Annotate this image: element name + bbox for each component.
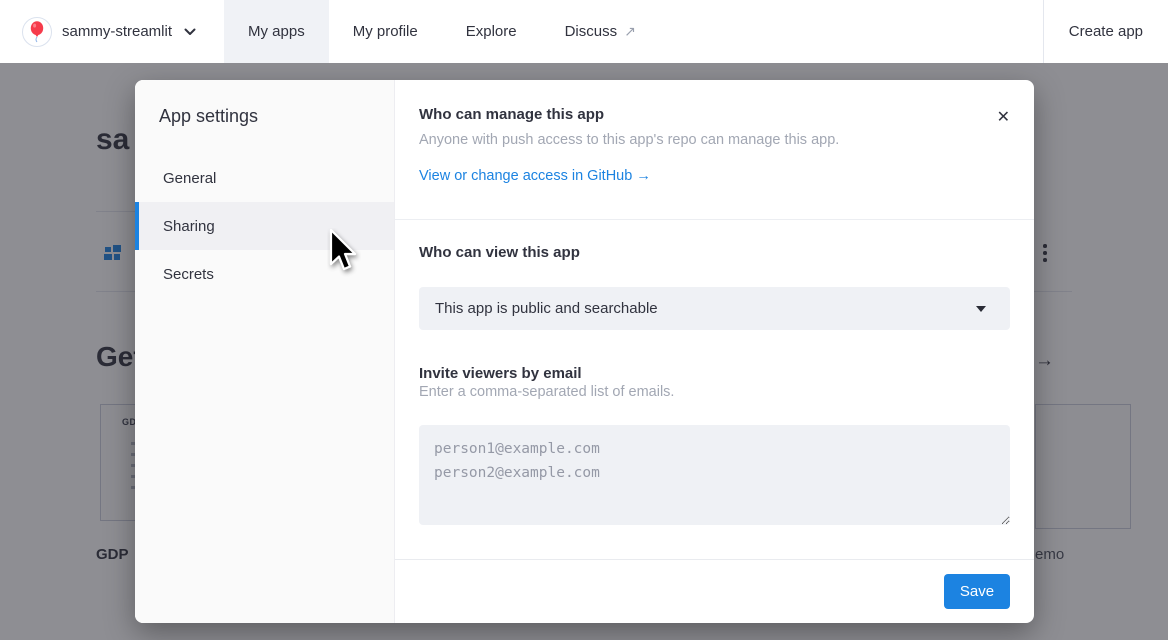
streamlit-balloon-logo bbox=[22, 17, 52, 47]
modal-sidebar: App settings General Sharing Secrets bbox=[135, 80, 395, 623]
sidebar-item-general[interactable]: General bbox=[135, 154, 394, 202]
invite-title: Invite viewers by email bbox=[419, 365, 1010, 382]
nav-tabs: My apps My profile Explore Discuss ↗ bbox=[224, 0, 660, 63]
manage-section: Who can manage this app Anyone with push… bbox=[395, 80, 1034, 220]
balloon-icon bbox=[29, 21, 45, 43]
tab-explore[interactable]: Explore bbox=[442, 0, 541, 63]
sidebar-item-secrets[interactable]: Secrets bbox=[135, 250, 394, 298]
workspace-name: sammy-streamlit bbox=[62, 23, 172, 40]
modal-title: App settings bbox=[135, 80, 394, 127]
view-section: Who can view this app This app is public… bbox=[395, 220, 1034, 559]
top-nav: sammy-streamlit My apps My profile Explo… bbox=[0, 0, 1168, 63]
dropdown-caret-icon bbox=[976, 306, 986, 312]
github-access-link[interactable]: View or change access in GitHub → bbox=[419, 168, 651, 184]
tab-discuss[interactable]: Discuss ↗ bbox=[541, 0, 660, 63]
invite-emails-textarea[interactable] bbox=[419, 425, 1010, 525]
tab-my-profile[interactable]: My profile bbox=[329, 0, 442, 63]
manage-title: Who can manage this app bbox=[419, 106, 1010, 123]
visibility-dropdown-value: This app is public and searchable bbox=[435, 300, 976, 317]
save-button[interactable]: Save bbox=[944, 574, 1010, 609]
view-title: Who can view this app bbox=[419, 244, 1010, 261]
sidebar-item-sharing[interactable]: Sharing bbox=[135, 202, 394, 250]
manage-subtitle: Anyone with push access to this app's re… bbox=[419, 132, 1010, 148]
modal-footer: Save bbox=[395, 559, 1034, 623]
invite-subtitle: Enter a comma-separated list of emails. bbox=[419, 384, 1010, 400]
create-app-button[interactable]: Create app bbox=[1043, 0, 1168, 63]
link-arrow-icon: → bbox=[636, 168, 651, 184]
external-link-icon: ↗ bbox=[624, 0, 636, 63]
app-settings-modal: App settings General Sharing Secrets Who… bbox=[135, 80, 1034, 623]
close-icon[interactable]: ✕ bbox=[997, 110, 1010, 126]
tab-my-apps[interactable]: My apps bbox=[224, 0, 329, 63]
workspace-selector[interactable]: sammy-streamlit bbox=[22, 0, 196, 63]
chevron-down-icon bbox=[184, 28, 196, 36]
visibility-dropdown[interactable]: This app is public and searchable bbox=[419, 287, 1010, 330]
sharing-panel: Who can manage this app Anyone with push… bbox=[395, 80, 1034, 623]
